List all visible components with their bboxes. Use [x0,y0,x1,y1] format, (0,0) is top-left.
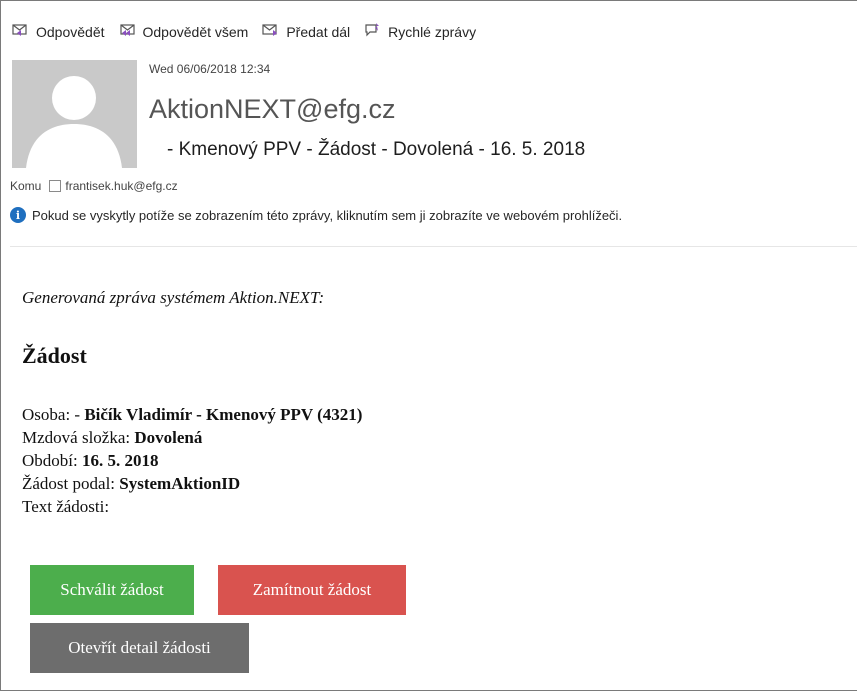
recipient-contact-icon [49,180,62,192]
forward-label: Předat dál [286,23,351,40]
period-value: 16. 5. 2018 [81,451,159,470]
approve-request-button[interactable]: Schválit žádost [30,565,194,615]
forward-icon [262,22,280,41]
request-fields: Osoba: - Bičík Vladimír - Kmenový PPV (4… [22,403,362,518]
avatar-placeholder-icon [12,60,137,168]
intro-text: Generovaná zpráva systémem Aktion.NEXT: [22,288,325,307]
request-heading: Žádost [22,343,87,368]
reply-all-label: Odpovědět všem [142,23,249,40]
wage-label: Mzdová složka: [22,428,131,447]
forward-button[interactable]: Předat dál [262,22,350,41]
info-icon: i [10,207,26,223]
period-label: Období: [22,451,78,470]
to-address[interactable]: frantisek.huk@efg.cz [65,179,177,193]
reply-button[interactable]: Odpovědět [12,22,105,41]
field-wage: Mzdová složka: Dovolená [22,426,362,449]
recipients-line: Komu frantisek.huk@efg.cz [10,179,178,193]
field-person: Osoba: - Bičík Vladimír - Kmenový PPV (4… [22,403,362,426]
header-divider [10,246,857,247]
wage-value: Dovolená [134,428,203,447]
person-label: Osoba: - [22,405,81,424]
submitted-label: Žádost podal: [22,474,116,493]
reply-label: Odpovědět [36,23,105,40]
reply-all-icon [119,22,137,41]
field-submitted: Žádost podal: SystemAktionID [22,472,362,495]
quick-messages-label: Rychlé zprávy [388,23,477,40]
sender-avatar [12,60,137,168]
email-date: Wed 06/06/2018 12:34 [149,62,271,76]
reply-icon [12,22,30,41]
quick-messages-icon [364,22,382,41]
email-subject: - Kmenový PPV - Žádost - Dovolená - 16. … [167,139,586,160]
info-bar[interactable]: i Pokud se vyskytly potíže se zobrazením… [10,207,622,223]
text-label: Text žádosti: [22,497,110,516]
reading-toolbar: Odpovědět Odpovědět všem Předat dál Rych… [12,22,476,41]
field-period: Období: 16. 5. 2018 [22,449,362,472]
field-text: Text žádosti: [22,495,362,518]
submitted-value: SystemAktionID [119,474,241,493]
quick-messages-button[interactable]: Rychlé zprávy [364,22,476,41]
open-request-detail-button[interactable]: Otevřít detail žádosti [30,623,249,673]
to-label: Komu [10,179,42,193]
reply-all-button[interactable]: Odpovědět všem [119,22,249,41]
person-value: Bičík Vladimír - Kmenový PPV (4321) [84,405,363,424]
reject-request-button[interactable]: Zamítnout žádost [218,565,406,615]
info-message[interactable]: Pokud se vyskytly potíže se zobrazením t… [32,208,622,223]
sender-address[interactable]: AktionNEXT@efg.cz [149,94,396,125]
